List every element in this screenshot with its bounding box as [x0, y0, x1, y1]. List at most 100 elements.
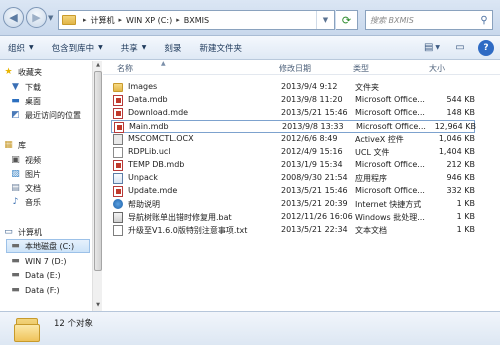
preview-pane-icon: ▭	[455, 42, 465, 53]
file-type: Microsoft Office...	[355, 186, 425, 195]
view-grid-icon: ▤	[423, 42, 434, 53]
breadcrumb-computer[interactable]: 计算机	[91, 15, 115, 26]
file-modified: 2012/6/6 8:49	[281, 134, 338, 143]
desktop-icon: ▬	[11, 96, 20, 106]
chevron-down-icon: ▼	[98, 44, 103, 51]
video-icon: ▣	[11, 155, 20, 165]
document-icon	[113, 147, 123, 158]
column-type[interactable]: 类型	[353, 63, 369, 74]
file-modified: 2013/9/4 9:12	[281, 82, 338, 91]
include-in-library-button[interactable]: 包含到库中 ▼	[52, 42, 103, 54]
refresh-button[interactable]: ⟳	[336, 10, 358, 30]
file-row[interactable]: Data.mdb 2013/9/8 11:20 Microsoft Office…	[111, 94, 475, 107]
chevron-right-icon[interactable]: ▸	[119, 16, 123, 24]
share-button[interactable]: 共享 ▼	[121, 42, 147, 54]
file-list: ▲ 名称 修改日期 类型 大小 Images 2013/9/4 9:12 文件夹…	[103, 60, 500, 311]
file-row[interactable]: Images 2013/9/4 9:12 文件夹	[111, 81, 475, 94]
file-modified: 2013/9/8 13:33	[282, 122, 344, 131]
file-row[interactable]: MSCOMCTL.OCX 2012/6/6 8:49 ActiveX 控件 1,…	[111, 133, 475, 146]
nav-recent[interactable]: ◩ 最近访问的位置	[10, 108, 81, 122]
file-modified: 2013/5/21 20:39	[281, 199, 348, 208]
folder-icon	[14, 316, 40, 342]
file-row[interactable]: TEMP DB.mdb 2013/1/9 15:34 Microsoft Off…	[111, 159, 475, 172]
address-field[interactable]: ▸ 计算机 ▸ WIN XP (C:) ▸ BXMIS ▼	[58, 10, 335, 30]
file-row[interactable]: 帮助说明 2013/5/21 20:39 Internet 快捷方式 1 KB	[111, 198, 475, 211]
nav-drive-c-label: 本地磁盘 (C:)	[25, 241, 75, 251]
forward-button[interactable]: ▶	[26, 7, 47, 28]
nav-desktop[interactable]: ▬ 桌面	[10, 94, 41, 108]
nav-drive-d[interactable]: ▬ WIN 7 (D:)	[10, 254, 67, 268]
access-db-icon	[114, 122, 124, 133]
file-modified: 2013/9/8 11:20	[281, 95, 343, 104]
nav-drive-e[interactable]: ▬ Data (E:)	[10, 268, 60, 282]
help-button[interactable]: ?	[478, 39, 494, 56]
file-type: Internet 快捷方式	[355, 200, 422, 209]
share-label: 共享	[120, 43, 138, 54]
hard-drive-icon: ▬	[11, 285, 20, 295]
file-row-selected[interactable]: Main.mdb 2013/9/8 13:33 Microsoft Office…	[111, 120, 476, 133]
nav-libraries[interactable]: ▦ 库	[3, 138, 26, 152]
nav-desktop-label: 桌面	[25, 96, 41, 106]
file-name: Unpack	[128, 173, 158, 182]
file-size: 148 KB	[446, 108, 475, 117]
back-button[interactable]: ◀	[3, 7, 24, 28]
access-db-icon	[113, 95, 123, 106]
organize-label: 组织	[8, 43, 26, 54]
address-dropdown-button[interactable]: ▼	[316, 11, 334, 29]
nav-videos[interactable]: ▣ 视频	[10, 153, 41, 167]
chevron-down-icon: ▼	[141, 44, 147, 51]
file-row[interactable]: Unpack 2008/9/30 21:54 应用程序 946 KB	[111, 172, 475, 185]
nav-documents[interactable]: ▤ 文档	[10, 181, 41, 195]
file-type: 文本文档	[355, 226, 387, 235]
file-size: 212 KB	[446, 160, 475, 169]
search-input[interactable]: 搜索 BXMIS ⚲	[365, 10, 493, 30]
file-row[interactable]: Download.mde 2013/5/21 15:46 Microsoft O…	[111, 107, 475, 120]
nav-computer[interactable]: ▭ 计算机	[3, 225, 42, 239]
text-file-icon	[113, 225, 123, 236]
new-folder-button[interactable]: 新建文件夹	[199, 42, 242, 54]
file-size: 1 KB	[456, 212, 475, 221]
column-header-row: ▲ 名称 修改日期 类型 大小	[103, 60, 500, 75]
change-view-button[interactable]: ▤ ▼	[418, 39, 446, 57]
burn-button[interactable]: 刻录	[164, 42, 181, 54]
preview-pane-button[interactable]: ▭	[446, 39, 474, 57]
column-size[interactable]: 大小	[429, 63, 445, 74]
file-size: 1 KB	[456, 199, 475, 208]
file-row[interactable]: 升级至V1.6.0版特别注意事项.txt 2013/5/21 22:34 文本文…	[111, 224, 475, 237]
scroll-down-arrow[interactable]: ▼	[94, 302, 102, 310]
file-row[interactable]: 导航树账单出错时修复用.bat 2012/11/26 16:06 Windows…	[111, 211, 475, 224]
nav-scrollbar[interactable]: ▲ ▼	[92, 61, 102, 311]
column-modified[interactable]: 修改日期	[279, 63, 311, 74]
file-modified: 2013/5/21 15:46	[281, 186, 348, 195]
file-size: 332 KB	[446, 186, 475, 195]
file-name: Main.mdb	[129, 122, 169, 131]
chevron-right-icon[interactable]: ▸	[176, 16, 180, 24]
application-icon	[113, 173, 123, 184]
downloads-icon: ▼	[12, 82, 19, 92]
nav-drive-d-label: WIN 7 (D:)	[25, 256, 67, 266]
scroll-up-arrow[interactable]: ▲	[94, 62, 102, 70]
organize-button[interactable]: 组织 ▼	[8, 42, 34, 54]
file-row[interactable]: Update.mde 2013/5/21 15:46 Microsoft Off…	[111, 185, 475, 198]
recent-pages-dropdown[interactable]: ▼	[48, 14, 53, 22]
internet-shortcut-icon	[113, 199, 123, 209]
nav-scrollbar-thumb[interactable]	[94, 71, 102, 271]
column-name[interactable]: 名称	[117, 63, 133, 74]
nav-drive-f-label: Data (F:)	[25, 285, 60, 295]
nav-music[interactable]: ♪ 音乐	[10, 195, 41, 209]
chevron-down-icon: ▼	[29, 44, 34, 51]
search-icon[interactable]: ⚲	[476, 15, 492, 26]
nav-drive-c[interactable]: ▬ 本地磁盘 (C:)	[6, 239, 90, 253]
nav-favorites[interactable]: ★ 收藏夹	[3, 65, 42, 79]
file-row[interactable]: RDPLib.ucl 2012/4/9 15:16 UCL 文件 1,404 K…	[111, 146, 475, 159]
breadcrumb-bxmis[interactable]: BXMIS	[184, 16, 209, 25]
nav-pictures[interactable]: ▨ 图片	[10, 167, 41, 181]
recent-places-icon: ◩	[11, 110, 20, 120]
picture-icon: ▨	[11, 169, 20, 179]
sort-indicator-icon: ▲	[161, 60, 166, 67]
nav-drive-f[interactable]: ▬ Data (F:)	[10, 283, 60, 297]
nav-downloads[interactable]: ▼ 下载	[10, 80, 41, 94]
chevron-right-icon: ▸	[83, 16, 87, 24]
file-type: Windows 批处理...	[355, 213, 425, 222]
breadcrumb-drive-c[interactable]: WIN XP (C:)	[126, 16, 172, 25]
